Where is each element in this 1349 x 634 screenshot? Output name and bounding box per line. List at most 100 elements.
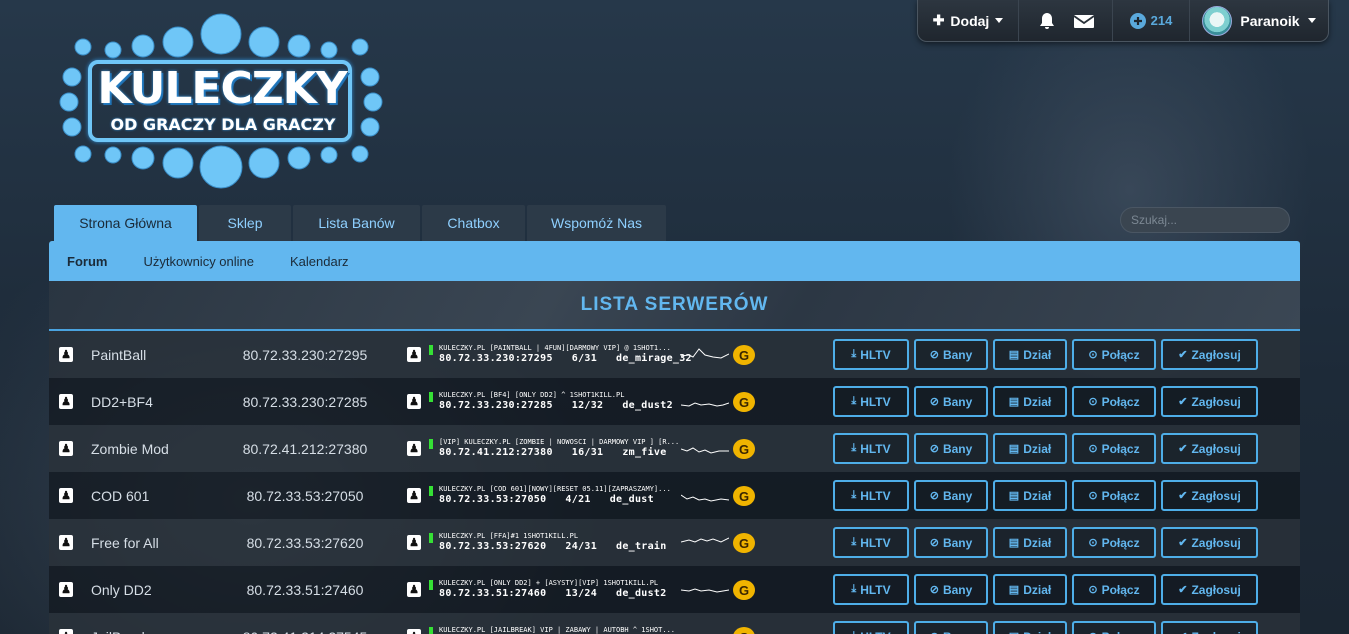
status-led	[429, 439, 433, 449]
vote-button[interactable]: ✔Zagłosuj	[1161, 339, 1258, 370]
download-icon: ⤓	[851, 583, 857, 595]
server-banner[interactable]: ♟ KULECZKY.PL [COD 601][NOWY][RESET 05.1…	[406, 485, 756, 507]
server-actions: ⤓HLTV ⊘Bany ▤Dział ⊙Połącz ✔Zagłosuj	[833, 574, 1258, 605]
connect-button[interactable]: ⊙Połącz	[1072, 574, 1156, 605]
hltv-label: HLTV	[860, 582, 891, 597]
site-logo[interactable]: KULECZKY OD GRACZY DLA GRACZY	[58, 12, 384, 192]
server-row: ♟ DD2+BF4 80.72.33.230:27285 ♟ KULECZKY.…	[49, 378, 1300, 425]
ban-icon: ⊘	[930, 630, 939, 634]
bans-button[interactable]: ⊘Bany	[914, 621, 988, 634]
check-icon: ✔	[1178, 584, 1188, 596]
gametracker-icon: G	[733, 486, 755, 506]
server-banner[interactable]: ♟ KULECZKY.PL [PAINTBALL | 4FUN][DARMOWY…	[406, 344, 756, 366]
logo-subtitle: OD GRACZY DLA GRACZY	[110, 115, 336, 134]
server-banner[interactable]: ♟ KULECZKY.PL [ONLY DD2] + [ASYSTY][VIP]…	[406, 579, 756, 601]
subnav-calendar[interactable]: Kalendarz	[290, 254, 349, 269]
player-graph	[681, 537, 729, 543]
server-row: ♟ COD 601 80.72.33.53:27050 ♟ KULECZKY.P…	[49, 472, 1300, 519]
server-banner[interactable]: ♟ KULECZKY.PL [FFA]#1 1SHOT1KILL.PL 80.7…	[406, 532, 756, 554]
hltv-button[interactable]: ⤓HLTV	[833, 621, 909, 634]
server-row: ♟ Free for All 80.72.33.53:27620 ♟ KULEC…	[49, 519, 1300, 566]
vote-button[interactable]: ✔Zagłosuj	[1161, 480, 1258, 511]
server-ip[interactable]: 80.72.33.53:27050	[230, 488, 380, 504]
tab-ban-list[interactable]: Lista Banów	[293, 205, 420, 241]
plus-icon: ✚	[932, 12, 945, 28]
section-label: Dział	[1023, 582, 1052, 597]
tab-support[interactable]: Wspomóż Nas	[527, 205, 666, 241]
vote-button[interactable]: ✔Zagłosuj	[1161, 527, 1258, 558]
hltv-button[interactable]: ⤓HLTV	[833, 386, 909, 417]
server-name: DD2+BF4	[91, 393, 153, 410]
server-banner[interactable]: ♟ KULECZKY.PL [BF4] [ONLY DD2] ^ 1SHOT1K…	[406, 391, 756, 413]
connect-button[interactable]: ⊙Połącz	[1072, 339, 1156, 370]
vote-button[interactable]: ✔Zagłosuj	[1161, 433, 1258, 464]
user-menu-button[interactable]: Paranoik	[1190, 0, 1328, 41]
hltv-button[interactable]: ⤓HLTV	[833, 527, 909, 558]
game-icon: ♟	[407, 582, 421, 597]
subnav-online-users[interactable]: Użytkownicy online	[143, 254, 254, 269]
download-icon: ⤓	[851, 348, 857, 360]
banner-players: 16/31	[571, 447, 604, 458]
banner-title: KULECZKY.PL [ONLY DD2] + [ASYSTY][VIP] 1…	[439, 579, 659, 587]
section-button[interactable]: ▤Dział	[993, 574, 1067, 605]
hltv-button[interactable]: ⤓HLTV	[833, 433, 909, 464]
vote-label: Zagłosuj	[1191, 535, 1241, 550]
points-badge[interactable]: 214	[1113, 0, 1190, 41]
server-ip[interactable]: 80.72.33.230:27285	[230, 394, 380, 410]
play-circle-icon: ⊙	[1088, 537, 1098, 549]
vote-button[interactable]: ✔Zagłosuj	[1161, 621, 1258, 634]
bell-icon[interactable]	[1038, 12, 1056, 30]
server-name: Only DD2	[91, 581, 152, 598]
envelope-icon[interactable]	[1073, 13, 1094, 29]
add-menu-button[interactable]: ✚ Dodaj	[918, 0, 1019, 41]
server-ip[interactable]: 80.72.41.214:27545	[230, 629, 380, 634]
server-row: ♟ Zombie Mod 80.72.41.212:27380 ♟ [VIP] …	[49, 425, 1300, 472]
vote-button[interactable]: ✔Zagłosuj	[1161, 386, 1258, 417]
ban-icon: ⊘	[929, 396, 939, 408]
subnav-forum[interactable]: Forum	[67, 254, 107, 269]
player-graph	[681, 588, 729, 593]
bans-button[interactable]: ⊘Bany	[914, 339, 988, 370]
download-icon: ⤓	[851, 630, 856, 634]
section-button[interactable]: ▤Dział	[993, 480, 1067, 511]
server-ip[interactable]: 80.72.33.53:27620	[230, 535, 380, 551]
server-banner[interactable]: ♟ KULECZKY.PL [JAILBREAK] VIP | ZABAWY |…	[406, 626, 756, 634]
bans-button[interactable]: ⊘Bany	[914, 574, 988, 605]
server-name: COD 601	[91, 487, 150, 504]
bans-button[interactable]: ⊘Bany	[914, 527, 988, 558]
section-button[interactable]: ▤Dział	[993, 433, 1067, 464]
connect-button[interactable]: ⊙Połącz	[1072, 480, 1156, 511]
banner-details: 80.72.41.212:27380 16/31 zm_five	[439, 447, 667, 458]
tab-chatbox[interactable]: Chatbox	[422, 205, 525, 241]
tab-home[interactable]: Strona Główna	[54, 205, 197, 241]
book-icon: ▤	[1009, 630, 1019, 634]
check-icon: ✔	[1178, 537, 1188, 549]
server-banner[interactable]: ♟ [VIP] KULECZKY.PL [ZOMBIE | NOWOSCI | …	[406, 438, 756, 460]
hltv-button[interactable]: ⤓HLTV	[833, 574, 909, 605]
server-ip[interactable]: 80.72.33.230:27295	[230, 347, 380, 363]
server-ip[interactable]: 80.72.41.212:27380	[230, 441, 380, 457]
connect-label: Połącz	[1101, 535, 1140, 550]
section-button[interactable]: ▤Dział	[993, 527, 1067, 558]
connect-button[interactable]: ⊙Połącz	[1072, 386, 1156, 417]
connect-button[interactable]: ⊙Połącz	[1072, 621, 1156, 634]
book-icon: ▤	[1008, 584, 1020, 596]
gametracker-icon: G	[733, 392, 755, 412]
bans-button[interactable]: ⊘Bany	[914, 386, 988, 417]
hltv-button[interactable]: ⤓HLTV	[833, 480, 909, 511]
server-actions: ⤓HLTV ⊘Bany ▤Dział ⊙Połącz ✔Zagłosuj	[833, 527, 1258, 558]
tab-shop[interactable]: Sklep	[199, 205, 291, 241]
hltv-button[interactable]: ⤓HLTV	[833, 339, 909, 370]
status-led	[429, 580, 433, 590]
bans-button[interactable]: ⊘Bany	[914, 480, 988, 511]
hltv-label: HLTV	[860, 488, 891, 503]
section-button[interactable]: ▤Dział	[993, 339, 1067, 370]
connect-button[interactable]: ⊙Połącz	[1072, 527, 1156, 558]
server-ip[interactable]: 80.72.33.51:27460	[230, 582, 380, 598]
search-input[interactable]	[1131, 213, 1286, 227]
bans-button[interactable]: ⊘Bany	[914, 433, 988, 464]
connect-button[interactable]: ⊙Połącz	[1072, 433, 1156, 464]
vote-button[interactable]: ✔Zagłosuj	[1161, 574, 1258, 605]
section-button[interactable]: ▤Dział	[993, 386, 1067, 417]
section-button[interactable]: ▤Dział	[993, 621, 1067, 634]
